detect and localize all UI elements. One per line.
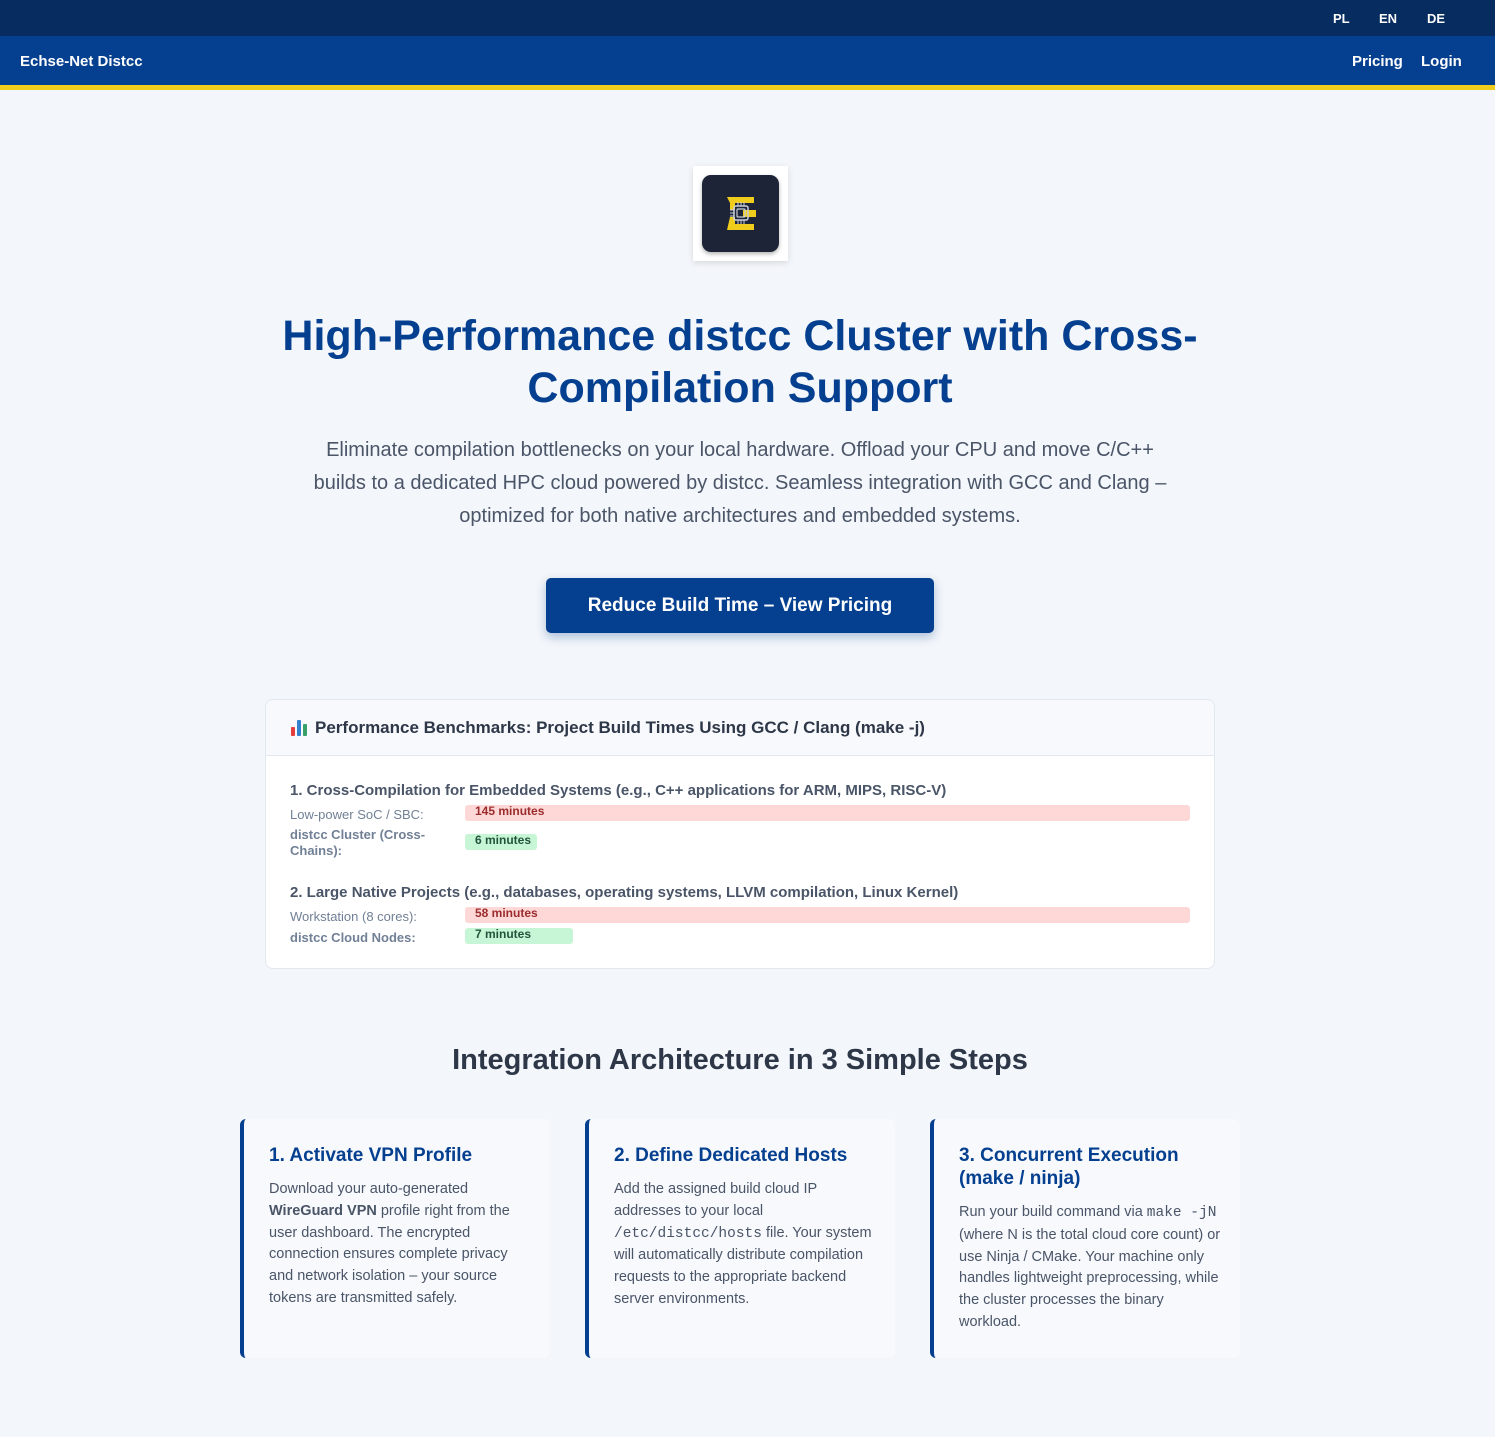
view-pricing-button[interactable]: Reduce Build Time – View Pricing xyxy=(546,578,934,633)
benchmark-bar-value: 58 minutes xyxy=(475,906,538,920)
main-navbar: Echse-Net Distcc Pricing Login xyxy=(0,36,1495,90)
bar-chart-icon xyxy=(290,718,310,736)
benchmark-bar-slow: 58 minutes xyxy=(465,907,1190,923)
benchmark-bar-value: 145 minutes xyxy=(475,804,545,818)
benchmarks-title: Performance Benchmarks: Project Build Ti… xyxy=(315,718,925,737)
step-card: 3. Concurrent Execution (make / ninja) R… xyxy=(930,1119,1240,1358)
code-hosts-path: /etc/distcc/hosts xyxy=(614,1225,762,1242)
benchmarks-panel: Performance Benchmarks: Project Build Ti… xyxy=(265,699,1215,969)
steps-section-title: Integration Architecture in 3 Simple Ste… xyxy=(452,1044,1028,1076)
benchmark-group-title: 1. Cross-Compilation for Embedded System… xyxy=(290,782,947,799)
brand-link[interactable]: Echse-Net Distcc xyxy=(20,53,143,70)
benchmark-row-label: Low-power SoC / SBC: xyxy=(290,807,424,822)
language-bar: PL EN DE xyxy=(0,0,1495,36)
hero-title: High-Performance distcc Cluster with Cro… xyxy=(282,312,1198,412)
benchmark-row-label: distcc Cloud Nodes: xyxy=(290,930,416,945)
benchmarks-header: Performance Benchmarks: Project Build Ti… xyxy=(266,700,1214,756)
chip-e-logo-icon xyxy=(702,175,779,252)
lang-pl-link[interactable]: PL xyxy=(1333,11,1350,26)
step-card-title: 1. Activate VPN Profile xyxy=(269,1145,473,1166)
code-make-command: make -jN xyxy=(1146,1205,1217,1221)
benchmark-row-label: Workstation (8 cores): xyxy=(290,909,417,924)
lang-en-link[interactable]: EN xyxy=(1379,11,1397,26)
step-card-text: Download your auto-generated WireGuard V… xyxy=(269,1181,510,1306)
lang-de-link[interactable]: DE xyxy=(1427,11,1445,26)
benchmark-bar-slow: 145 minutes xyxy=(465,805,1190,821)
step-card-title: 2. Define Dedicated Hosts xyxy=(614,1145,848,1166)
nav-pricing-link[interactable]: Pricing xyxy=(1352,53,1403,70)
step-card-text: Run your build command via make -jN (whe… xyxy=(959,1204,1221,1330)
logo-frame xyxy=(693,166,788,261)
benchmark-bar-value: 7 minutes xyxy=(475,927,532,941)
step-card-title: 3. Concurrent Execution (make / ninja) xyxy=(959,1145,1179,1189)
nav-login-link[interactable]: Login xyxy=(1421,53,1462,70)
hero-subtitle: Eliminate compilation bottlenecks on you… xyxy=(313,439,1167,527)
step-card-text: Add the assigned build cloud IP addresse… xyxy=(614,1181,872,1307)
benchmark-bar-fast: 7 minutes xyxy=(465,928,573,944)
step-card: 1. Activate VPN Profile Download your au… xyxy=(240,1119,550,1358)
benchmark-bar-fast: 6 minutes xyxy=(465,834,537,850)
benchmark-row-label: distcc Cluster (Cross-Chains): xyxy=(290,827,426,858)
benchmark-group-title: 2. Large Native Projects (e.g., database… xyxy=(290,884,959,901)
step-card: 2. Define Dedicated Hosts Add the assign… xyxy=(585,1119,895,1358)
benchmark-bar-value: 6 minutes xyxy=(475,833,532,847)
